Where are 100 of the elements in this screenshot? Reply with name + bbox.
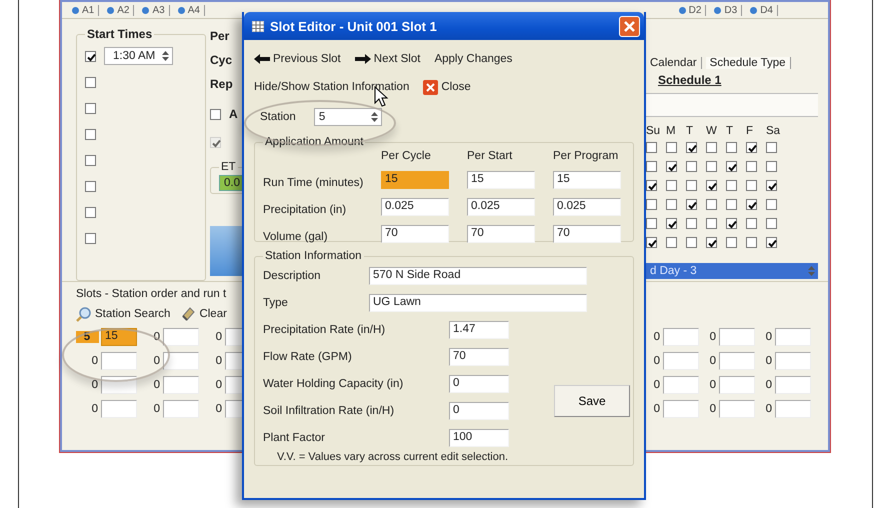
checkbox[interactable] bbox=[686, 180, 697, 191]
slot-field[interactable] bbox=[163, 328, 199, 346]
slot-field[interactable] bbox=[719, 352, 755, 370]
checkbox[interactable] bbox=[666, 218, 677, 229]
input-field[interactable]: 0 bbox=[449, 402, 509, 420]
checkbox[interactable] bbox=[666, 237, 677, 248]
slot-field[interactable] bbox=[663, 352, 699, 370]
checkbox[interactable] bbox=[666, 142, 677, 153]
program-tab[interactable]: D4 bbox=[746, 4, 778, 16]
checkbox[interactable] bbox=[746, 142, 757, 153]
toolbar-button[interactable]: Next Slot bbox=[354, 53, 420, 65]
program-tab[interactable]: A2 bbox=[103, 4, 134, 16]
checkbox[interactable] bbox=[686, 142, 697, 153]
checkbox[interactable] bbox=[766, 142, 777, 153]
input-field[interactable]: 570 N Side Road bbox=[369, 266, 587, 284]
input-field[interactable]: 0.025 bbox=[381, 198, 449, 216]
program-tab[interactable]: A1 bbox=[68, 4, 100, 16]
slot-field[interactable] bbox=[719, 376, 755, 394]
input-field[interactable]: 100 bbox=[449, 428, 509, 446]
toolbar-button[interactable]: Hide/Show Station Information bbox=[254, 81, 410, 93]
checkbox[interactable] bbox=[85, 180, 96, 192]
checkbox[interactable] bbox=[766, 199, 777, 210]
program-tab[interactable]: A4 bbox=[174, 4, 205, 16]
checkbox[interactable] bbox=[666, 161, 677, 172]
checkbox[interactable] bbox=[726, 161, 737, 172]
slot-field[interactable]: 15 bbox=[101, 328, 137, 346]
toolbar-button[interactable]: Apply Changes bbox=[434, 53, 512, 65]
slot-field[interactable] bbox=[663, 328, 699, 346]
program-tab[interactable]: D2 bbox=[674, 4, 706, 16]
slot-field[interactable] bbox=[719, 400, 755, 418]
program-tab[interactable]: D3 bbox=[710, 4, 742, 16]
checkbox[interactable] bbox=[666, 199, 677, 210]
input-field[interactable]: 0 bbox=[449, 374, 509, 392]
checkbox[interactable] bbox=[210, 108, 221, 120]
slot-field[interactable] bbox=[775, 328, 811, 346]
checkbox[interactable] bbox=[85, 76, 96, 88]
slot-field[interactable] bbox=[163, 400, 199, 418]
checkbox[interactable] bbox=[646, 237, 657, 248]
checkbox[interactable] bbox=[766, 237, 777, 248]
checkbox[interactable] bbox=[726, 237, 737, 248]
input-field[interactable]: 0.025 bbox=[467, 198, 535, 216]
checkbox[interactable] bbox=[646, 218, 657, 229]
checkbox[interactable] bbox=[706, 199, 717, 210]
checkbox[interactable] bbox=[706, 142, 717, 153]
save-button[interactable]: Save bbox=[554, 385, 630, 417]
checkbox[interactable] bbox=[686, 199, 697, 210]
empty-field[interactable] bbox=[646, 93, 818, 117]
slot-field[interactable] bbox=[101, 400, 137, 418]
slot-field[interactable] bbox=[663, 376, 699, 394]
input-field[interactable]: 70 bbox=[381, 225, 449, 243]
checkbox[interactable] bbox=[746, 237, 757, 248]
slot-field[interactable] bbox=[663, 400, 699, 418]
input-field[interactable]: 70 bbox=[449, 348, 509, 366]
slot-field[interactable] bbox=[163, 352, 199, 370]
checkbox[interactable] bbox=[85, 128, 96, 140]
slot-field[interactable] bbox=[775, 352, 811, 370]
checkbox[interactable] bbox=[746, 161, 757, 172]
slot-field[interactable] bbox=[775, 376, 811, 394]
checkbox[interactable] bbox=[746, 199, 757, 210]
checkbox[interactable] bbox=[686, 161, 697, 172]
close-button[interactable] bbox=[619, 16, 640, 36]
station-spinner[interactable]: 5 bbox=[314, 108, 382, 126]
checkbox[interactable] bbox=[766, 218, 777, 229]
input-field[interactable]: 15 bbox=[381, 171, 449, 189]
checkbox[interactable] bbox=[726, 199, 737, 210]
station-search-button[interactable]: Station Search bbox=[76, 306, 170, 322]
checkbox[interactable] bbox=[85, 154, 96, 166]
checkbox[interactable] bbox=[686, 237, 697, 248]
slot-field[interactable] bbox=[101, 352, 137, 370]
input-field[interactable]: 70 bbox=[467, 225, 535, 243]
checkbox[interactable] bbox=[706, 237, 717, 248]
checkbox[interactable] bbox=[706, 161, 717, 172]
checkbox[interactable] bbox=[706, 218, 717, 229]
input-field[interactable]: 1.47 bbox=[449, 320, 509, 338]
toolbar-button[interactable]: Previous Slot bbox=[254, 53, 341, 65]
toolbar-button[interactable]: Close bbox=[423, 80, 471, 94]
checkbox[interactable] bbox=[766, 180, 777, 191]
checkbox[interactable] bbox=[85, 102, 96, 114]
checkbox[interactable] bbox=[746, 218, 757, 229]
checkbox[interactable] bbox=[726, 218, 737, 229]
checkbox[interactable] bbox=[646, 180, 657, 191]
checkbox[interactable] bbox=[85, 50, 96, 62]
checkbox[interactable] bbox=[85, 206, 96, 218]
checkbox[interactable] bbox=[686, 218, 697, 229]
clear-button[interactable]: Clear bbox=[180, 306, 227, 322]
input-field[interactable]: 15 bbox=[553, 171, 621, 189]
slot-field[interactable] bbox=[163, 376, 199, 394]
checkbox[interactable] bbox=[726, 180, 737, 191]
time-field[interactable]: 1:30 AM bbox=[104, 47, 174, 65]
tab[interactable]: Schedule Type bbox=[706, 57, 791, 69]
input-field[interactable]: UG Lawn bbox=[369, 294, 587, 312]
selected-list-item[interactable]: d Day - 3 bbox=[646, 263, 818, 279]
checkbox[interactable] bbox=[85, 232, 96, 244]
checkbox[interactable] bbox=[646, 161, 657, 172]
checkbox[interactable] bbox=[706, 180, 717, 191]
checkbox[interactable] bbox=[646, 199, 657, 210]
checkbox[interactable] bbox=[726, 142, 737, 153]
checkbox[interactable] bbox=[766, 161, 777, 172]
input-field[interactable]: 15 bbox=[467, 171, 535, 189]
input-field[interactable]: 70 bbox=[553, 225, 621, 243]
